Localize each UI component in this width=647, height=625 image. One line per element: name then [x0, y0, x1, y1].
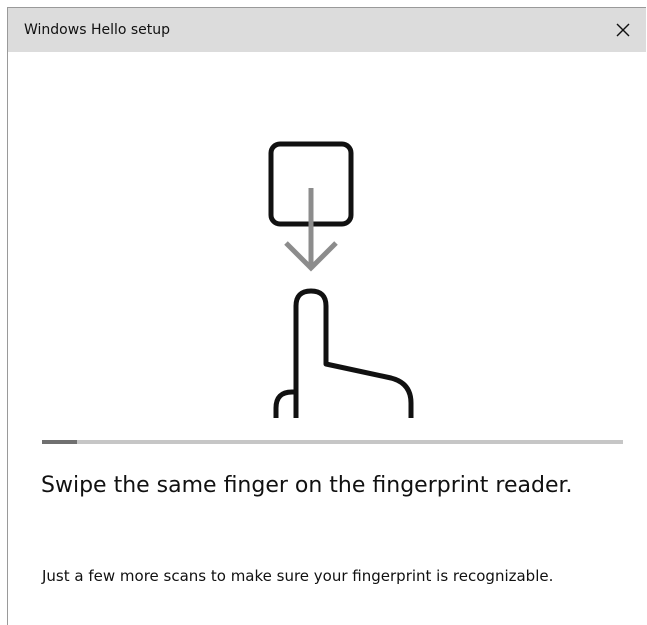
window-title: Windows Hello setup	[24, 22, 171, 38]
title-bar: Windows Hello setup	[8, 8, 646, 52]
scan-progress-bar	[42, 440, 623, 444]
instruction-subtext: Just a few more scans to make sure your …	[42, 567, 554, 585]
close-button[interactable]	[600, 8, 646, 52]
close-icon	[616, 23, 630, 37]
scan-progress-fill	[42, 440, 77, 444]
pointing-finger-icon	[273, 288, 414, 418]
fingerprint-illustration	[266, 138, 416, 418]
instruction-heading: Swipe the same finger on the fingerprint…	[41, 473, 573, 498]
windows-hello-setup-window: Windows Hello setup Swipe the same finge…	[7, 7, 646, 625]
down-arrow-icon	[284, 188, 338, 272]
